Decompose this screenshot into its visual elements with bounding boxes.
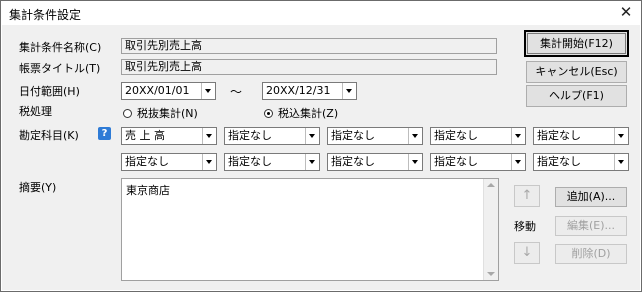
name-field[interactable]: 取引先別売上高 <box>121 38 497 54</box>
dialog-window: 集計条件設定 ✕ 集計条件名称(C) 取引先別売上高 帳票タイトル(T) 取引先… <box>0 0 642 292</box>
move-down-button[interactable]: ↓ <box>514 242 540 264</box>
account-select-1-4[interactable]: 指定なし <box>430 127 526 145</box>
tax-label: 税処理 <box>19 105 52 118</box>
delete-button[interactable]: 削除(D) <box>555 244 627 264</box>
memo-scrollbar[interactable] <box>483 179 498 280</box>
tax-inclusive-radio[interactable] <box>264 109 273 118</box>
cancel-button[interactable]: キャンセル(Esc) <box>526 61 627 83</box>
account-select-2-4[interactable]: 指定なし <box>430 153 526 171</box>
memo-label: 摘要(Y) <box>19 181 57 194</box>
date-to-value: 20XX/12/31 <box>266 84 331 97</box>
window-title: 集計条件設定 <box>9 8 82 22</box>
account-value: 指定なし <box>434 129 478 142</box>
report-title-field[interactable]: 取引先別売上高 <box>121 59 497 75</box>
date-from-value: 20XX/01/01 <box>125 84 190 97</box>
account-select-2-1[interactable]: 指定なし <box>121 153 217 171</box>
memo-list[interactable]: 東京商店 <box>121 178 499 281</box>
account-label: 勘定科目(K) <box>19 129 79 142</box>
move-up-button[interactable]: ↑ <box>514 185 540 207</box>
dialog-body: 集計条件名称(C) 取引先別売上高 帳票タイトル(T) 取引先別売上高 日付範囲… <box>2 25 640 290</box>
chevron-down-icon[interactable] <box>614 128 628 144</box>
memo-item[interactable]: 東京商店 <box>126 182 170 198</box>
account-value: 指定なし <box>125 155 169 168</box>
date-to-select[interactable]: 20XX/12/31 <box>262 82 357 100</box>
tax-exclusive-radio[interactable] <box>123 109 132 118</box>
account-select-2-3[interactable]: 指定なし <box>327 153 423 171</box>
chevron-down-icon[interactable] <box>614 154 628 170</box>
tax-inclusive-label[interactable]: 税込集計(Z) <box>278 105 338 121</box>
account-value: 指定なし <box>331 129 375 142</box>
close-icon[interactable]: ✕ <box>615 2 637 22</box>
account-value: 指定なし <box>537 129 581 142</box>
account-select-1-2[interactable]: 指定なし <box>224 127 320 145</box>
name-label: 集計条件名称(C) <box>19 41 102 54</box>
account-select-1-1[interactable]: 売 上 高 <box>121 127 217 145</box>
add-button[interactable]: 追加(A)... <box>555 187 627 207</box>
scroll-down-icon[interactable] <box>487 272 495 276</box>
title-bar: 集計条件設定 ✕ <box>1 1 641 25</box>
tax-exclusive-label[interactable]: 税抜集計(N) <box>137 105 198 121</box>
edit-button[interactable]: 編集(E)... <box>555 216 627 236</box>
account-value: 指定なし <box>434 155 478 168</box>
chevron-down-icon[interactable] <box>202 154 216 170</box>
chevron-down-icon[interactable] <box>511 154 525 170</box>
account-value: 指定なし <box>228 129 272 142</box>
chevron-down-icon[interactable] <box>342 83 356 99</box>
chevron-down-icon[interactable] <box>202 128 216 144</box>
scroll-up-icon[interactable] <box>487 183 495 187</box>
chevron-down-icon[interactable] <box>408 128 422 144</box>
account-select-1-3[interactable]: 指定なし <box>327 127 423 145</box>
report-title-label: 帳票タイトル(T) <box>19 62 101 75</box>
date-from-select[interactable]: 20XX/01/01 <box>121 82 216 100</box>
account-value: 売 上 高 <box>125 129 165 142</box>
account-select-2-2[interactable]: 指定なし <box>224 153 320 171</box>
chevron-down-icon[interactable] <box>201 83 215 99</box>
start-aggregation-button[interactable]: 集計開始(F12) <box>524 30 629 57</box>
chevron-down-icon[interactable] <box>305 128 319 144</box>
account-value: 指定なし <box>228 155 272 168</box>
start-aggregation-label: 集計開始(F12) <box>540 37 613 50</box>
account-select-1-5[interactable]: 指定なし <box>533 127 629 145</box>
account-value: 指定なし <box>331 155 375 168</box>
chevron-down-icon[interactable] <box>305 154 319 170</box>
account-value: 指定なし <box>537 155 581 168</box>
help-icon[interactable]: ? <box>98 127 111 140</box>
move-label: 移動 <box>514 220 536 233</box>
chevron-down-icon[interactable] <box>408 154 422 170</box>
date-tilde: ～ <box>230 85 243 99</box>
chevron-down-icon[interactable] <box>511 128 525 144</box>
date-range-label: 日付範囲(H) <box>19 85 80 98</box>
help-button[interactable]: ヘルプ(F1) <box>526 85 627 107</box>
account-select-2-5[interactable]: 指定なし <box>533 153 629 171</box>
